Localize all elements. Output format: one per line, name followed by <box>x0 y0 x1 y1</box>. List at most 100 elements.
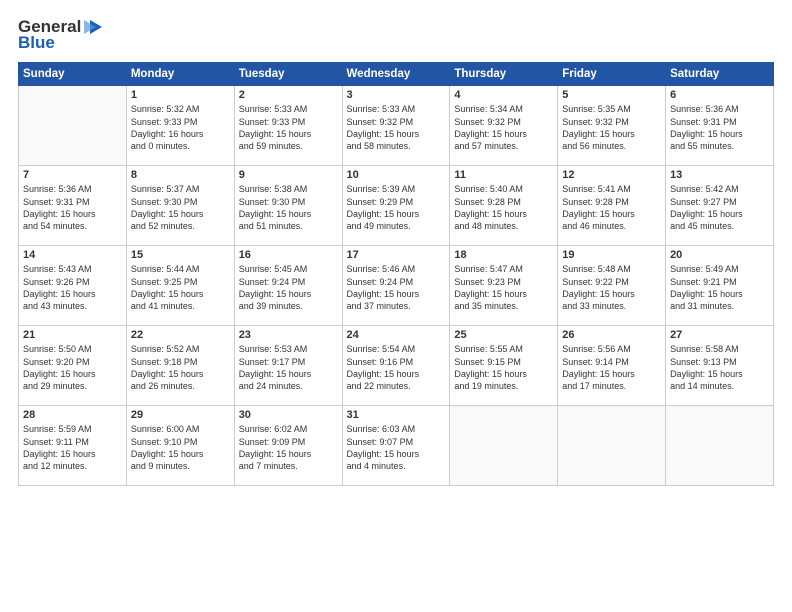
day-number: 14 <box>23 249 122 261</box>
day-info: Sunrise: 5:36 AM Sunset: 9:31 PM Dayligh… <box>23 183 122 232</box>
weekday-header-row: SundayMondayTuesdayWednesdayThursdayFrid… <box>19 63 774 86</box>
day-number: 20 <box>670 249 769 261</box>
day-info: Sunrise: 5:49 AM Sunset: 9:21 PM Dayligh… <box>670 263 769 312</box>
weekday-header-saturday: Saturday <box>666 63 774 86</box>
calendar-cell: 5Sunrise: 5:35 AM Sunset: 9:32 PM Daylig… <box>558 86 666 166</box>
week-row-3: 14 Sunrise: 5:43 AM Sunset: 9:26 PM Dayli… <box>19 246 774 326</box>
day-info: Sunrise: 5:47 AM Sunset: 9:23 PM Dayligh… <box>454 263 553 312</box>
day-number: 3 <box>347 89 446 101</box>
day-info: Sunrise: 5:50 AM Sunset: 9:20 PM Dayligh… <box>23 343 122 392</box>
day-info: Sunrise: 5:37 AM Sunset: 9:30 PM Dayligh… <box>131 183 230 232</box>
weekday-header-monday: Monday <box>126 63 234 86</box>
calendar-cell <box>666 406 774 486</box>
day-info: Sunrise: 5:53 AM Sunset: 9:17 PM Dayligh… <box>239 343 338 392</box>
day-number: 29 <box>131 409 230 421</box>
calendar-cell: 23 Sunrise: 5:53 AM Sunset: 9:17 PM Dayli… <box>234 326 342 406</box>
day-info: Sunrise: 5:43 AM Sunset: 9:26 PM Dayligh… <box>23 263 122 312</box>
week-row-1: 1 Sunrise: 5:32 AM Sunset: 9:33 PM Daylig… <box>19 86 774 166</box>
day-info: Sunrise: 6:00 AM Sunset: 9:10 PM Dayligh… <box>131 423 230 472</box>
day-number: 4 <box>454 89 553 101</box>
calendar-cell: 9 Sunrise: 5:38 AM Sunset: 9:30 PM Daylig… <box>234 166 342 246</box>
week-row-2: 7Sunrise: 5:36 AM Sunset: 9:31 PM Daylig… <box>19 166 774 246</box>
day-number: 13 <box>670 169 769 181</box>
calendar-cell: 3 Sunrise: 5:33 AM Sunset: 9:32 PM Daylig… <box>342 86 450 166</box>
day-number: 8 <box>131 169 230 181</box>
calendar-cell: 15Sunrise: 5:44 AM Sunset: 9:25 PM Dayli… <box>126 246 234 326</box>
calendar-cell: 21 Sunrise: 5:50 AM Sunset: 9:20 PM Dayli… <box>19 326 127 406</box>
calendar-cell: 8 Sunrise: 5:37 AM Sunset: 9:30 PM Daylig… <box>126 166 234 246</box>
day-number: 9 <box>239 169 338 181</box>
day-number: 21 <box>23 329 122 341</box>
day-number: 1 <box>131 89 230 101</box>
day-number: 31 <box>347 409 446 421</box>
day-info: Sunrise: 5:52 AM Sunset: 9:18 PM Dayligh… <box>131 343 230 392</box>
calendar-cell: 19 Sunrise: 5:48 AM Sunset: 9:22 PM Dayli… <box>558 246 666 326</box>
calendar-cell: 17 Sunrise: 5:46 AM Sunset: 9:24 PM Dayli… <box>342 246 450 326</box>
day-number: 24 <box>347 329 446 341</box>
calendar-cell: 20 Sunrise: 5:49 AM Sunset: 9:21 PM Dayli… <box>666 246 774 326</box>
logo: General Blue <box>18 18 104 52</box>
calendar-cell: 30Sunrise: 6:02 AM Sunset: 9:09 PM Dayli… <box>234 406 342 486</box>
day-info: Sunrise: 5:34 AM Sunset: 9:32 PM Dayligh… <box>454 103 553 152</box>
day-info: Sunrise: 5:55 AM Sunset: 9:15 PM Dayligh… <box>454 343 553 392</box>
day-info: Sunrise: 5:59 AM Sunset: 9:11 PM Dayligh… <box>23 423 122 472</box>
calendar-cell: 12Sunrise: 5:41 AM Sunset: 9:28 PM Dayli… <box>558 166 666 246</box>
day-number: 6 <box>670 89 769 101</box>
header: General Blue <box>18 18 774 52</box>
day-number: 23 <box>239 329 338 341</box>
day-number: 11 <box>454 169 553 181</box>
day-number: 27 <box>670 329 769 341</box>
calendar-cell: 29 Sunrise: 6:00 AM Sunset: 9:10 PM Dayli… <box>126 406 234 486</box>
calendar-cell: 14 Sunrise: 5:43 AM Sunset: 9:26 PM Dayli… <box>19 246 127 326</box>
day-number: 19 <box>562 249 661 261</box>
day-info: Sunrise: 6:03 AM Sunset: 9:07 PM Dayligh… <box>347 423 446 472</box>
calendar-cell: 27 Sunrise: 5:58 AM Sunset: 9:13 PM Dayli… <box>666 326 774 406</box>
week-row-4: 21 Sunrise: 5:50 AM Sunset: 9:20 PM Dayli… <box>19 326 774 406</box>
weekday-header-tuesday: Tuesday <box>234 63 342 86</box>
calendar-cell: 16 Sunrise: 5:45 AM Sunset: 9:24 PM Dayli… <box>234 246 342 326</box>
day-number: 16 <box>239 249 338 261</box>
day-info: Sunrise: 5:54 AM Sunset: 9:16 PM Dayligh… <box>347 343 446 392</box>
calendar-cell: 10 Sunrise: 5:39 AM Sunset: 9:29 PM Dayli… <box>342 166 450 246</box>
day-number: 2 <box>239 89 338 101</box>
day-info: Sunrise: 5:35 AM Sunset: 9:32 PM Dayligh… <box>562 103 661 152</box>
day-number: 17 <box>347 249 446 261</box>
calendar-cell: 26 Sunrise: 5:56 AM Sunset: 9:14 PM Dayli… <box>558 326 666 406</box>
calendar-cell: 18 Sunrise: 5:47 AM Sunset: 9:23 PM Dayli… <box>450 246 558 326</box>
day-info: Sunrise: 5:48 AM Sunset: 9:22 PM Dayligh… <box>562 263 661 312</box>
calendar-cell: 28 Sunrise: 5:59 AM Sunset: 9:11 PM Dayli… <box>19 406 127 486</box>
day-info: Sunrise: 5:38 AM Sunset: 9:30 PM Dayligh… <box>239 183 338 232</box>
calendar-cell <box>558 406 666 486</box>
day-info: Sunrise: 5:42 AM Sunset: 9:27 PM Dayligh… <box>670 183 769 232</box>
day-info: Sunrise: 5:36 AM Sunset: 9:31 PM Dayligh… <box>670 103 769 152</box>
day-number: 18 <box>454 249 553 261</box>
week-row-5: 28 Sunrise: 5:59 AM Sunset: 9:11 PM Dayli… <box>19 406 774 486</box>
calendar: SundayMondayTuesdayWednesdayThursdayFrid… <box>18 62 774 486</box>
day-info: Sunrise: 5:45 AM Sunset: 9:24 PM Dayligh… <box>239 263 338 312</box>
day-info: Sunrise: 5:33 AM Sunset: 9:33 PM Dayligh… <box>239 103 338 152</box>
day-info: Sunrise: 5:39 AM Sunset: 9:29 PM Dayligh… <box>347 183 446 232</box>
calendar-cell: 2 Sunrise: 5:33 AM Sunset: 9:33 PM Daylig… <box>234 86 342 166</box>
day-number: 26 <box>562 329 661 341</box>
day-info: Sunrise: 5:40 AM Sunset: 9:28 PM Dayligh… <box>454 183 553 232</box>
day-number: 28 <box>23 409 122 421</box>
day-number: 25 <box>454 329 553 341</box>
day-info: Sunrise: 5:32 AM Sunset: 9:33 PM Dayligh… <box>131 103 230 152</box>
day-info: Sunrise: 5:56 AM Sunset: 9:14 PM Dayligh… <box>562 343 661 392</box>
calendar-cell: 13 Sunrise: 5:42 AM Sunset: 9:27 PM Dayli… <box>666 166 774 246</box>
calendar-cell: 24 Sunrise: 5:54 AM Sunset: 9:16 PM Dayli… <box>342 326 450 406</box>
weekday-header-friday: Friday <box>558 63 666 86</box>
day-info: Sunrise: 5:46 AM Sunset: 9:24 PM Dayligh… <box>347 263 446 312</box>
day-info: Sunrise: 5:58 AM Sunset: 9:13 PM Dayligh… <box>670 343 769 392</box>
day-number: 22 <box>131 329 230 341</box>
calendar-cell <box>450 406 558 486</box>
calendar-cell: 22 Sunrise: 5:52 AM Sunset: 9:18 PM Dayli… <box>126 326 234 406</box>
calendar-cell: 1 Sunrise: 5:32 AM Sunset: 9:33 PM Daylig… <box>126 86 234 166</box>
weekday-header-thursday: Thursday <box>450 63 558 86</box>
day-number: 12 <box>562 169 661 181</box>
day-number: 10 <box>347 169 446 181</box>
day-info: Sunrise: 5:44 AM Sunset: 9:25 PM Dayligh… <box>131 263 230 312</box>
calendar-cell: 6 Sunrise: 5:36 AM Sunset: 9:31 PM Daylig… <box>666 86 774 166</box>
day-info: Sunrise: 5:33 AM Sunset: 9:32 PM Dayligh… <box>347 103 446 152</box>
day-info: Sunrise: 6:02 AM Sunset: 9:09 PM Dayligh… <box>239 423 338 472</box>
